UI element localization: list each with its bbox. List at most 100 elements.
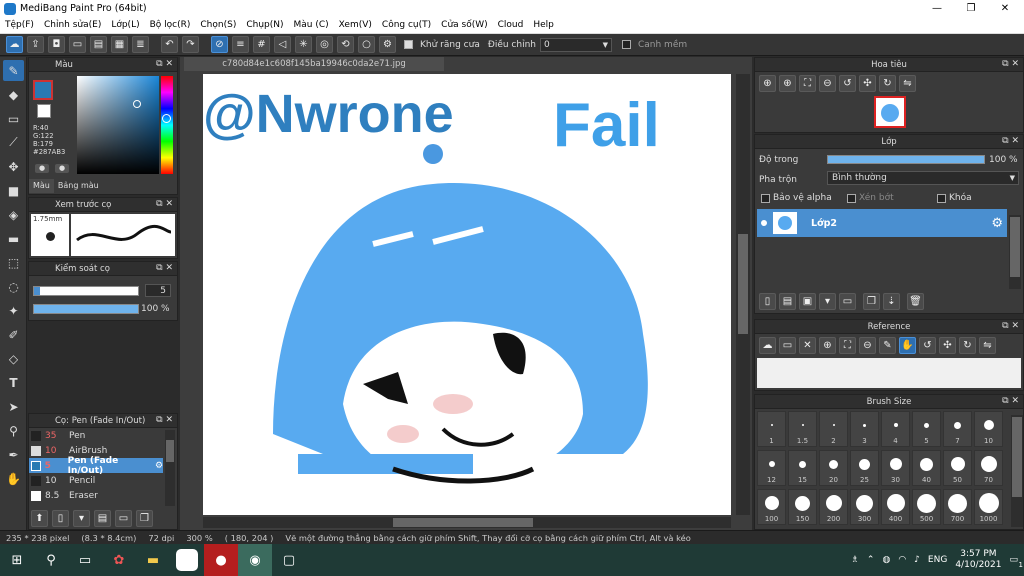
brush-copy-icon[interactable]: ▤ xyxy=(94,510,111,527)
snap-off-icon[interactable]: ⊘ xyxy=(211,36,228,53)
rotate-left-icon[interactable]: ↺ xyxy=(839,75,856,92)
file-explorer-icon[interactable]: ▬ xyxy=(136,544,170,576)
color-remove-icon[interactable]: ● xyxy=(55,164,69,173)
minimize-button[interactable]: — xyxy=(920,0,954,17)
menu-tools[interactable]: Công cụ(T) xyxy=(377,20,436,30)
close-icon[interactable]: ⧉ ✕ xyxy=(1002,321,1019,331)
vanishing-snap-icon[interactable]: ◁ xyxy=(274,36,291,53)
visibility-icon[interactable] xyxy=(761,220,767,226)
language-indicator[interactable]: ENG xyxy=(928,555,947,565)
correction-select[interactable]: 0 ▼ xyxy=(539,37,612,52)
brush-size-cell[interactable]: 400 xyxy=(881,489,910,525)
folder-icon[interactable]: ▭ xyxy=(69,36,86,53)
new-8bit-layer-icon[interactable]: ▣ xyxy=(799,293,816,310)
people-icon[interactable]: ♗ xyxy=(851,555,859,565)
merge-layer-icon[interactable]: ⇣ xyxy=(883,293,900,310)
menu-layer[interactable]: Lớp(L) xyxy=(106,20,144,30)
ref-dropper-icon[interactable]: ✎ xyxy=(879,337,896,354)
wifi-icon[interactable]: ◠ xyxy=(898,555,906,565)
layer-opacity-slider[interactable] xyxy=(827,155,985,164)
ref-hand-icon[interactable]: ✋ xyxy=(899,337,916,354)
lasso-tool-icon[interactable]: ◌ xyxy=(3,276,24,297)
canvas-horizontal-scrollbar[interactable] xyxy=(203,517,731,528)
pen-nib-tool-icon[interactable]: ✒ xyxy=(3,444,24,465)
gear-icon[interactable]: ⚙ xyxy=(155,461,163,471)
cloud-download-icon[interactable]: ☁ xyxy=(759,337,776,354)
brush-size-cell[interactable]: 40 xyxy=(912,450,941,486)
brush-item[interactable]: 35 Pen xyxy=(29,428,163,443)
layer-menu-icon[interactable]: ▾ xyxy=(819,293,836,310)
select-rect-tool-icon[interactable]: ⬚ xyxy=(3,252,24,273)
brush-duplicate-icon[interactable]: ❐ xyxy=(136,510,153,527)
background-color-swatch[interactable] xyxy=(37,104,51,118)
list-icon[interactable]: ≣ xyxy=(132,36,149,53)
brush-size-cell[interactable]: 1000 xyxy=(974,489,1003,525)
new-layer-icon[interactable]: ▯ xyxy=(759,293,776,310)
ellipse-snap-icon[interactable]: ○ xyxy=(358,36,375,53)
zoom-in-icon[interactable]: ⊕ xyxy=(779,75,796,92)
tab-color[interactable]: Màu xyxy=(29,179,54,193)
brush-item[interactable]: 8.5 Eraser xyxy=(29,488,163,503)
clipping-checkbox[interactable]: Xén bớt xyxy=(847,193,894,203)
menu-select[interactable]: Chọn(S) xyxy=(195,20,241,30)
zoom-out-icon[interactable]: ⊖ xyxy=(819,75,836,92)
layer-folder-icon[interactable]: ▭ xyxy=(839,293,856,310)
brush-size-cell[interactable]: 300 xyxy=(850,489,879,525)
menu-filter[interactable]: Bộ lọc(R) xyxy=(145,20,196,30)
brush-new-icon[interactable]: ▯ xyxy=(52,510,69,527)
windows-start-icon[interactable]: ⊞ xyxy=(0,544,34,576)
bucket-tool-icon[interactable]: ◈ xyxy=(3,204,24,225)
brush-folder-icon[interactable]: ▭ xyxy=(115,510,132,527)
upload-icon[interactable]: ⇪ xyxy=(27,36,44,53)
close-button[interactable]: ✕ xyxy=(988,0,1022,17)
delete-layer-icon[interactable]: 🗑 xyxy=(907,293,924,310)
layer-scrollbar[interactable] xyxy=(1009,215,1021,289)
chrome-icon[interactable]: ◉ xyxy=(238,544,272,576)
menu-edit[interactable]: Chỉnh sửa(E) xyxy=(39,20,106,30)
rect-tool-icon[interactable]: ▭ xyxy=(3,108,24,129)
brush-list-scrollbar[interactable] xyxy=(165,430,175,506)
search-icon[interactable]: ⚲ xyxy=(34,544,68,576)
brush-size-cell[interactable]: 4 xyxy=(881,411,910,447)
ref-zoom-in-icon[interactable]: ⊕ xyxy=(819,337,836,354)
close-reference-icon[interactable]: ✕ xyxy=(799,337,816,354)
grid-icon[interactable]: ▦ xyxy=(111,36,128,53)
zalo-icon[interactable] xyxy=(170,544,204,576)
ref-actual-size-icon[interactable]: ✣ xyxy=(939,337,956,354)
new-halftone-layer-icon[interactable]: ▤ xyxy=(779,293,796,310)
fill-rect-tool-icon[interactable]: ■ xyxy=(3,180,24,201)
text-tool-icon[interactable]: T xyxy=(3,372,24,393)
ref-fit-icon[interactable]: ⛶ xyxy=(839,337,856,354)
store-icon[interactable]: ▢ xyxy=(272,544,306,576)
brush-size-cell[interactable]: 12 xyxy=(757,450,786,486)
notification-icon[interactable]: ▭ 1 xyxy=(1009,555,1023,569)
document-tab[interactable]: c780d84e1c608f145ba19946c0da2e71.jpg xyxy=(184,57,444,71)
ref-rotate-right-icon[interactable]: ↻ xyxy=(959,337,976,354)
brush-size-cell[interactable]: 1.5 xyxy=(788,411,817,447)
edge-checkbox[interactable] xyxy=(621,39,634,50)
menu-color[interactable]: Màu (C) xyxy=(289,20,334,30)
network-icon[interactable]: ◍ xyxy=(882,555,890,565)
maximize-button[interactable]: ❐ xyxy=(954,0,988,17)
brush-opacity-slider[interactable] xyxy=(33,304,139,314)
brush-size-cell[interactable]: 70 xyxy=(974,450,1003,486)
brush-size-cell[interactable]: 20 xyxy=(819,450,848,486)
brush-size-cell[interactable]: 15 xyxy=(788,450,817,486)
close-icon[interactable]: ⧉ ✕ xyxy=(1002,396,1019,406)
menu-view[interactable]: Xem(V) xyxy=(334,20,377,30)
ref-rotate-left-icon[interactable]: ↺ xyxy=(919,337,936,354)
comment-icon[interactable]: ◘ xyxy=(48,36,65,53)
snap-settings-icon[interactable]: ⚙ xyxy=(379,36,396,53)
brush-size-value[interactable]: 5 xyxy=(145,284,171,297)
lock-checkbox[interactable]: Khóa xyxy=(937,193,972,203)
brush-size-cell[interactable]: 100 xyxy=(757,489,786,525)
medibang-taskbar-icon[interactable]: ✿ xyxy=(102,544,136,576)
menu-window[interactable]: Cửa số(W) xyxy=(436,20,492,30)
task-view-icon[interactable]: ▭ xyxy=(68,544,102,576)
close-icon[interactable]: ⧉ ✕ xyxy=(1002,59,1019,69)
navigator-thumbnail[interactable] xyxy=(874,96,906,128)
operation-tool-icon[interactable]: ➤ xyxy=(3,396,24,417)
menu-file[interactable]: Tệp(F) xyxy=(0,20,39,30)
menu-help[interactable]: Help xyxy=(528,20,559,30)
drawing-canvas[interactable]: @Nwrone Fail xyxy=(203,74,731,515)
